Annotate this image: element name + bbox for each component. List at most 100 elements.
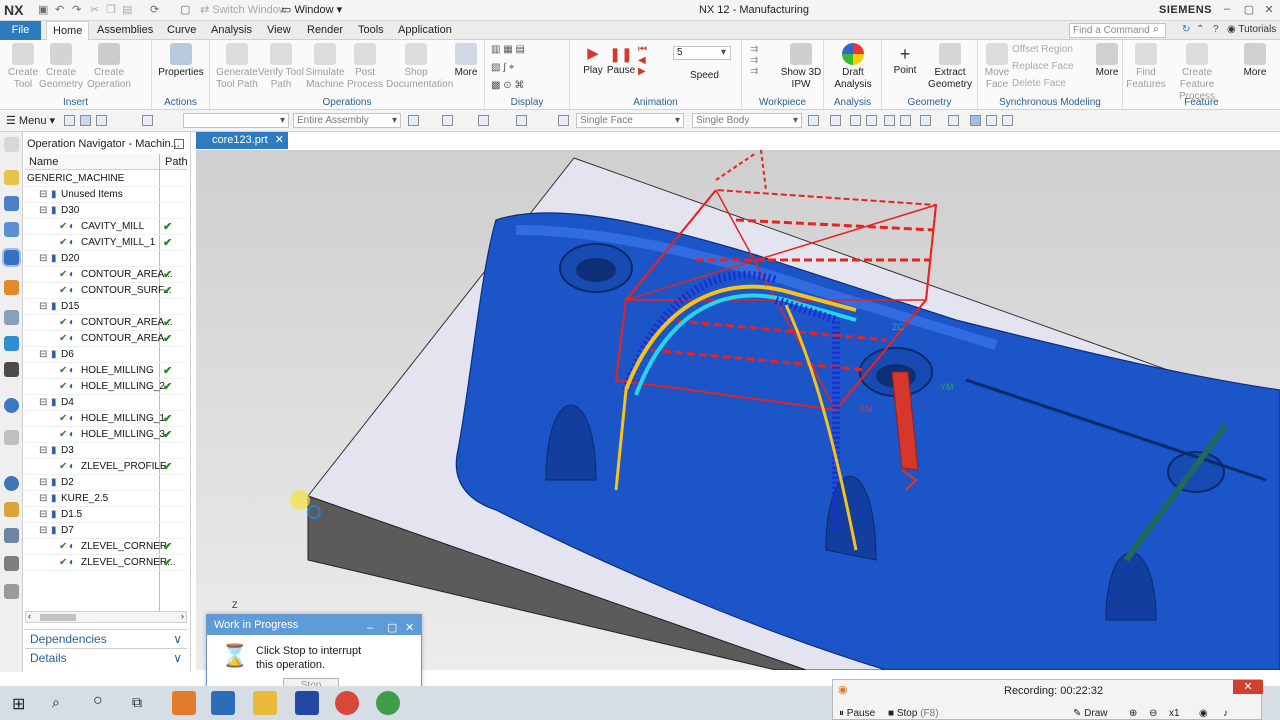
extract-geometry-button[interactable]: Extract Geometry <box>922 43 978 91</box>
expand-icon[interactable]: ⊟ <box>39 395 47 411</box>
tree-row[interactable]: ⊟ ▮ D15 <box>25 299 187 315</box>
hd3d-icon[interactable] <box>4 362 19 377</box>
generate-tool-path-button[interactable]: Generate Tool Path <box>214 43 260 91</box>
replace-face-button[interactable]: Replace Face <box>1012 61 1074 72</box>
expand-icon[interactable]: ⊟ <box>39 251 47 267</box>
properties-button[interactable]: Properties <box>158 43 204 79</box>
tutorials-link[interactable]: ◉ Tutorials <box>1227 24 1276 35</box>
constraint-navigator-icon[interactable] <box>4 196 19 211</box>
document-tab[interactable]: core123.prt ✕ <box>196 132 288 149</box>
move-face-button[interactable]: Move Face <box>978 43 1016 91</box>
pause-button[interactable]: ❚❚ Pause <box>602 43 640 77</box>
feature-more-button[interactable]: More <box>1235 43 1275 79</box>
tab-home[interactable]: Home <box>46 21 90 41</box>
tree-row[interactable]: ✔ ◐ CONTOUR_AREA... ✔ <box>25 267 187 283</box>
tree-row[interactable]: ✔ ◐ ZLEVEL_PROFILE ✔ <box>25 459 187 475</box>
roles-icon[interactable] <box>4 502 19 517</box>
scroll-left-icon[interactable]: ‹ <box>28 611 31 621</box>
menu-button[interactable]: ☰ Menu ▾ <box>6 114 55 127</box>
tree-row[interactable]: ⊟ ▮ D3 <box>25 443 187 459</box>
shop-documentation-button[interactable]: Shop Documentation <box>386 43 453 91</box>
recorder-draw-button[interactable]: ✎ Draw <box>1073 708 1108 719</box>
ribbon-collapse-icon[interactable]: ⌃ <box>1196 24 1204 35</box>
expand-icon[interactable]: ⊟ <box>39 507 47 523</box>
tree-row[interactable]: ✔ ◐ CAVITY_MILL ✔ <box>25 219 187 235</box>
task-view-icon[interactable]: ⧉ <box>132 694 142 711</box>
layer-icon[interactable] <box>442 115 453 126</box>
expand-icon[interactable]: ⊟ <box>39 523 47 539</box>
maximize-panel-icon[interactable] <box>174 139 184 149</box>
delete-face-button[interactable]: Delete Face <box>1012 78 1066 89</box>
windows-start-icon[interactable]: ⊞ <box>12 694 25 714</box>
tree-row[interactable]: ✔ ◐ CAVITY_MILL_1 ✔ <box>25 235 187 251</box>
tree-row[interactable]: ✔ ◐ HOLE_MILLING_1 ✔ <box>25 411 187 427</box>
scroll-thumb[interactable] <box>40 614 76 621</box>
manufacturing-wizard-icon[interactable] <box>4 584 19 599</box>
tab-render[interactable]: Render <box>301 21 349 40</box>
expand-icon[interactable]: ⊟ <box>39 187 47 203</box>
tree-row[interactable]: ⊟ ▮ KURE_2.5 <box>25 491 187 507</box>
close-icon[interactable]: ✕ <box>1233 680 1263 694</box>
tab-application[interactable]: Application <box>392 21 458 40</box>
system-materials-icon[interactable] <box>4 528 19 543</box>
recorder-pause-button[interactable]: ⏸ Pause <box>839 708 875 719</box>
pan-icon[interactable] <box>884 115 895 126</box>
dependencies-panel[interactable]: Dependencies ∨ <box>25 629 187 647</box>
restore-icon[interactable]: ▢ <box>387 618 397 638</box>
tab-tools[interactable]: Tools <box>352 21 390 40</box>
body-rule-select[interactable]: Single Body <box>692 113 802 128</box>
tree-row[interactable]: ✔ ◐ HOLE_MILLING_2 ✔ <box>25 379 187 395</box>
speed-dropdown-icon[interactable]: ▾ <box>721 47 726 58</box>
operation-navigator-icon[interactable] <box>2 248 21 267</box>
close-tab-icon[interactable]: ✕ <box>275 132 284 149</box>
close-icon[interactable]: ✕ <box>405 618 414 638</box>
expand-icon[interactable]: ⊟ <box>39 299 47 315</box>
part-navigator-icon[interactable] <box>4 222 19 237</box>
feature-navigator-icon[interactable] <box>4 310 19 325</box>
scroll-right-icon[interactable]: › <box>181 611 184 621</box>
find-features-button[interactable]: Find Features <box>1123 43 1169 91</box>
assembly-navigator-icon[interactable] <box>4 170 19 185</box>
face-rule-select[interactable]: Single Face <box>576 113 684 128</box>
tree-row[interactable]: ✔ ◐ ZLEVEL_CORNER ✔ <box>25 539 187 555</box>
column-path[interactable]: Path <box>165 156 188 168</box>
expand-icon[interactable]: ⊟ <box>39 475 47 491</box>
tree-row[interactable]: ✔ ◐ CONTOUR_SURF... ✔ <box>25 283 187 299</box>
tree-row[interactable]: ⊟ ▮ D2 <box>25 475 187 491</box>
tree-row[interactable]: ⊟ ▮ Unused Items <box>25 187 187 203</box>
shaded-icon[interactable] <box>970 115 981 126</box>
tab-view[interactable]: View <box>261 21 297 40</box>
history-icon[interactable] <box>4 430 19 445</box>
app-icon-globe[interactable] <box>376 691 400 715</box>
edges-icon[interactable] <box>986 115 997 126</box>
recorder-stop-button[interactable]: ■ Stop (F8) <box>888 708 939 719</box>
zoom-icon[interactable] <box>850 115 861 126</box>
fit-icon[interactable] <box>830 115 841 126</box>
type-filter-select[interactable] <box>183 113 289 128</box>
restore-icon[interactable]: ▢ <box>1242 3 1256 17</box>
step-icons[interactable]: ⏮ ◀ ▶ <box>638 44 647 77</box>
settings-icon[interactable] <box>1002 115 1013 126</box>
tab-analysis[interactable]: Analysis <box>205 21 258 40</box>
minimize-icon[interactable]: – <box>367 618 373 638</box>
search-icon[interactable]: ⌕ <box>52 694 60 711</box>
show-3d-ipw-button[interactable]: Show 3D IPW <box>778 43 824 91</box>
machine-tool-navigator-icon[interactable] <box>4 280 19 295</box>
snap-icon[interactable] <box>142 115 153 126</box>
tree-row[interactable]: ✔ ◐ CONTOUR_AREA... ✔ <box>25 315 187 331</box>
expand-icon[interactable]: ⊟ <box>39 203 47 219</box>
app-icon-nx[interactable] <box>211 691 235 715</box>
tree-row[interactable]: ✔ ◐ HOLE_MILLING ✔ <box>25 363 187 379</box>
tree-row[interactable]: ⊟ ▮ D7 <box>25 523 187 539</box>
minimize-icon[interactable]: – <box>1220 3 1234 17</box>
expand-icon[interactable]: ⊟ <box>39 443 47 459</box>
tree-row[interactable]: GENERIC_MACHINE <box>25 171 187 187</box>
verify-tool-path-button[interactable]: Verify Tool Path <box>258 43 304 91</box>
reuse-library-icon[interactable] <box>4 336 19 351</box>
graphics-viewport[interactable]: XM ZC YM Z <box>196 150 1280 670</box>
search-icon[interactable]: ⌕ <box>1153 24 1159 35</box>
expand-icon[interactable]: ⊟ <box>39 347 47 363</box>
tab-assemblies[interactable]: Assemblies <box>91 21 159 40</box>
sync-more-button[interactable]: More <box>1090 43 1124 79</box>
tree-row[interactable]: ⊟ ▮ D6 <box>25 347 187 363</box>
